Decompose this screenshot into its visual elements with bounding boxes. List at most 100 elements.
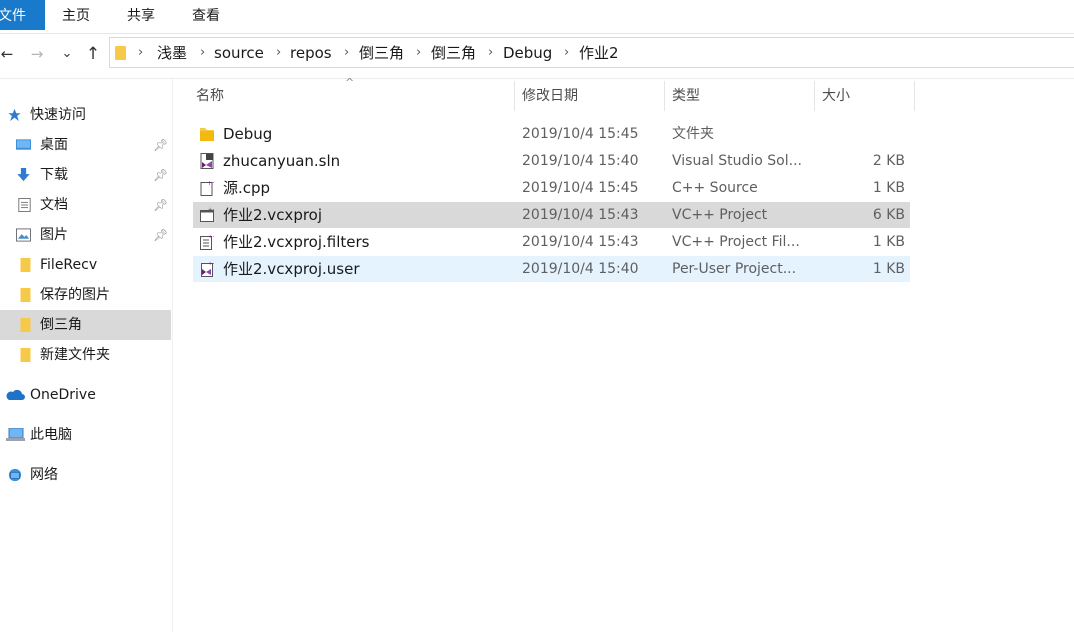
file-type: C++ Source — [672, 180, 758, 196]
back-icon: ← — [0, 45, 14, 63]
sidebar-item-daosanjiao[interactable]: 倒三角 — [0, 310, 171, 340]
svg-text:++: ++ — [208, 261, 214, 267]
chevron-right-icon: › — [200, 45, 206, 60]
sidebar-item-label: 文档 — [40, 197, 68, 213]
star-icon — [8, 108, 21, 122]
recent-locations-button[interactable]: ⌄ — [58, 40, 76, 68]
sidebar-item-label: 快速访问 — [30, 107, 86, 123]
chevron-right-icon: › — [344, 45, 350, 60]
tab-view[interactable]: 查看 — [192, 0, 220, 30]
file-row[interactable]: zhucanyuan.sln 2019/10/4 15:40 Visual St… — [193, 148, 910, 174]
computer-icon — [6, 428, 25, 441]
file-date: 2019/10/4 15:45 — [522, 180, 639, 196]
breadcrumb-item[interactable]: 倒三角 — [359, 38, 404, 67]
column-header-date[interactable]: 修改日期 — [522, 81, 662, 111]
sidebar-item-saved-pictures[interactable]: 保存的图片 — [0, 280, 171, 310]
file-size: 1 KB — [872, 234, 905, 250]
column-header-size[interactable]: 大小 — [822, 81, 912, 111]
file-row[interactable]: ++ 源.cpp 2019/10/4 15:45 C++ Source 1 KB — [193, 175, 910, 201]
onedrive-cloud-icon — [6, 389, 25, 400]
file-name: 作业2.vcxproj — [223, 206, 323, 224]
pin-icon: 📌︎ — [153, 228, 169, 242]
filters-icon: ++ — [200, 234, 214, 250]
chevron-right-icon: › — [138, 45, 144, 60]
pin-icon: 📌︎ — [153, 168, 169, 182]
column-divider[interactable] — [914, 81, 915, 111]
tab-file-label: 文件 — [0, 8, 26, 24]
sidebar-item-downloads[interactable]: 下载 📌︎ — [0, 160, 171, 190]
folder-icon — [200, 128, 214, 141]
breadcrumb-item[interactable]: 作业2 — [579, 38, 619, 67]
sidebar-item-label: 新建文件夹 — [40, 347, 110, 363]
sidebar-item-quick-access[interactable]: 快速访问 — [0, 100, 171, 130]
pictures-icon — [16, 228, 31, 242]
file-date: 2019/10/4 15:45 — [522, 126, 639, 142]
tab-file[interactable]: 文件 — [0, 0, 45, 30]
sidebar-item-this-pc[interactable]: 此电脑 — [0, 420, 171, 450]
forward-button[interactable]: → — [27, 40, 47, 68]
breadcrumb-item[interactable]: 浅墨 — [157, 38, 187, 67]
file-type: Per-User Project... — [672, 261, 797, 277]
desktop-icon — [16, 139, 31, 150]
tab-home[interactable]: 主页 — [62, 0, 90, 30]
sidebar-item-filerecv[interactable]: FileRecv — [0, 250, 171, 280]
sidebar-item-desktop[interactable]: 桌面 📌︎ — [0, 130, 171, 160]
sidebar-item-network[interactable]: 网络 — [0, 460, 171, 490]
sidebar-item-label: 网络 — [30, 467, 58, 483]
network-icon — [8, 468, 22, 482]
file-size — [813, 121, 905, 147]
column-header-name[interactable]: 名称 — [196, 81, 511, 111]
file-name: 作业2.vcxproj.filters — [223, 233, 370, 251]
file-row[interactable]: Debug 2019/10/4 15:45 文件夹 — [193, 121, 910, 147]
sidebar-item-pictures[interactable]: 图片 📌︎ — [0, 220, 171, 250]
vs-solution-icon — [200, 153, 214, 169]
file-size: 1 KB — [872, 180, 905, 196]
file-name: 源.cpp — [223, 179, 271, 197]
file-size: 1 KB — [872, 261, 905, 277]
breadcrumb-item[interactable]: Debug — [503, 38, 552, 67]
ribbon-divider — [0, 33, 1074, 34]
folder-icon — [115, 46, 126, 60]
pin-icon: 📌︎ — [153, 138, 169, 152]
sidebar-item-label: 桌面 — [40, 137, 68, 153]
chevron-right-icon: › — [488, 45, 494, 60]
cpp-file-icon: ++ — [200, 180, 214, 196]
folder-icon — [20, 348, 31, 362]
chevron-right-icon: › — [564, 45, 570, 60]
pane-splitter[interactable] — [172, 79, 173, 632]
sidebar-item-label: 保存的图片 — [40, 287, 110, 303]
user-project-icon: ++ — [201, 261, 214, 277]
sidebar-item-label: 此电脑 — [30, 427, 72, 443]
download-icon — [17, 168, 30, 182]
file-name: zhucanyuan.sln — [223, 152, 341, 170]
chevron-right-icon: › — [276, 45, 282, 60]
breadcrumb-item[interactable]: 倒三角 — [431, 38, 476, 67]
ribbon: 文件 主页 共享 查看 — [0, 0, 1074, 33]
forward-icon: → — [30, 45, 44, 63]
sidebar-item-new-folder[interactable]: 新建文件夹 — [0, 340, 171, 370]
file-date: 2019/10/4 15:40 — [522, 261, 639, 277]
file-date: 2019/10/4 15:43 — [522, 207, 639, 223]
file-size: 6 KB — [872, 207, 905, 223]
up-button[interactable]: ↑ — [83, 40, 103, 68]
file-row[interactable]: ++ 作业2.vcxproj.filters 2019/10/4 15:43 V… — [193, 229, 910, 255]
pin-icon: 📌︎ — [153, 198, 169, 212]
column-divider[interactable] — [814, 81, 815, 111]
sidebar-item-onedrive[interactable]: OneDrive — [0, 380, 171, 410]
column-header-type[interactable]: 类型 — [672, 81, 812, 111]
sidebar-item-label: 倒三角 — [40, 317, 82, 333]
column-divider[interactable] — [664, 81, 665, 111]
file-row[interactable]: ++ 作业2.vcxproj.user 2019/10/4 15:40 Per-… — [193, 256, 910, 282]
tab-share[interactable]: 共享 — [127, 0, 155, 30]
file-type: 文件夹 — [672, 126, 714, 142]
breadcrumb-item[interactable]: source — [214, 38, 264, 67]
address-bar[interactable]: › 浅墨 › source › repos › 倒三角 › 倒三角 › Debu… — [109, 37, 1074, 68]
svg-text:++: ++ — [208, 207, 214, 213]
sidebar-item-label: FileRecv — [40, 257, 98, 273]
file-row[interactable]: ++ 作业2.vcxproj 2019/10/4 15:43 VC++ Proj… — [193, 202, 910, 228]
back-button[interactable]: ← — [0, 40, 14, 68]
svg-text:++: ++ — [207, 180, 214, 187]
sidebar-item-documents[interactable]: 文档 📌︎ — [0, 190, 171, 220]
column-divider[interactable] — [514, 81, 515, 111]
breadcrumb-item[interactable]: repos — [290, 38, 332, 67]
